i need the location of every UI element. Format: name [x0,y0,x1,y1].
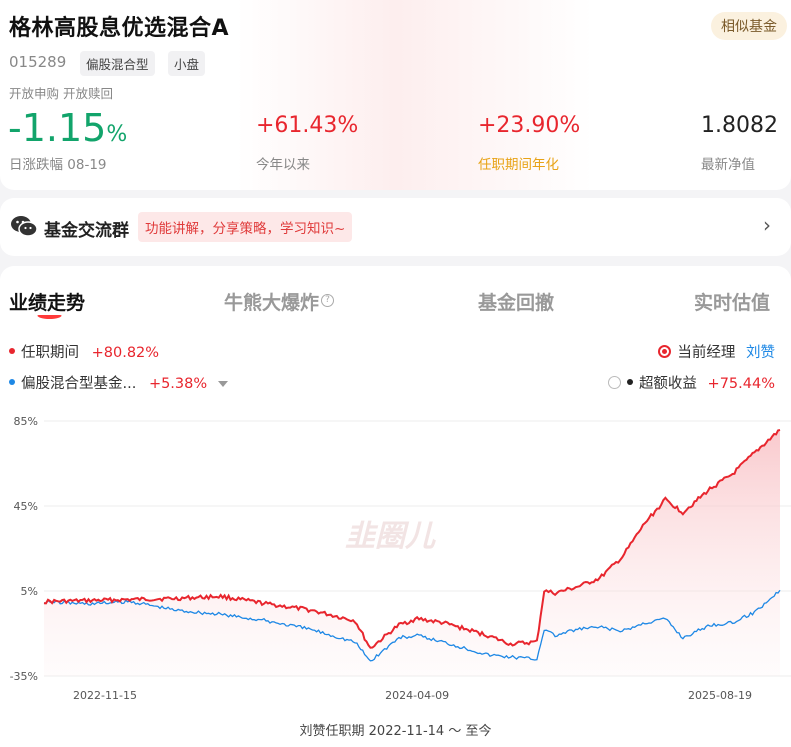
red-dot-icon [9,348,15,354]
ytd-label: 今年以来 [256,157,310,173]
legend-series-tenure[interactable]: 任职期间 +80.82% [9,341,159,362]
legend-series-benchmark-value: +5.38% [148,376,208,392]
fund-name: 格林高股息优选混合A [9,16,230,41]
fund-header-card: 格林高股息优选混合A 相似基金 015289 偏股混合型 小盘 开放申购 开放赎… [0,0,791,190]
daily-change-value: -1.15% [8,106,128,150]
dropdown-arrow-icon[interactable] [217,381,228,387]
fund-type-tag: 偏股混合型 [80,51,155,76]
fund-code: 015289 [9,53,67,71]
tenure-annual-value: +23.90% [478,113,581,138]
fund-size-tag: 小盘 [168,51,206,76]
tab-realtime-estimate[interactable]: 实时估值 [694,288,770,315]
excess-return-option[interactable]: 超额收益 +75.44% [607,372,775,393]
wechat-icon [11,216,38,237]
excess-return-value: +75.44% [707,376,775,392]
y-tick-label: -35% [10,670,38,683]
nav-value: 1.8082 [701,113,778,138]
x-tick-label: 2022-11-15 [73,689,137,702]
active-tab-indicator [37,315,62,319]
tab-drawdown[interactable]: 基金回撤 [478,288,554,315]
x-tick-label: 2025-08-19 [688,689,752,702]
manager-name-link[interactable]: 刘赞 [746,345,775,361]
similar-funds-button[interactable]: 相似基金 [711,12,787,40]
current-manager-option[interactable]: 当前经理 刘赞 [658,341,775,362]
nav-label: 最新净值 [701,157,755,173]
legend-series-tenure-value: +80.82% [91,345,160,361]
y-tick-label: 45% [14,500,38,513]
watermark: 韭圈儿 [345,519,436,554]
black-dot-icon [626,379,633,385]
y-tick-label: 5% [21,585,38,598]
y-tick-label: 85% [14,415,38,428]
radio-unchecked-icon[interactable] [607,375,621,389]
performance-chart[interactable]: 韭圈儿 85% 45% 5% -35% 2022-11-15 2024-04-09 202… [0,410,791,710]
tab-performance[interactable]: 业绩走势 [9,288,85,315]
daily-change-label: 日涨跌幅 08-19 [9,157,107,173]
legend-series-benchmark[interactable]: 偏股混合型基金... +5.38% [9,372,228,393]
x-tick-label: 2024-04-09 [385,689,449,702]
radio-checked-icon[interactable] [658,344,672,358]
blue-dot-icon [9,379,15,385]
tenure-annual-label[interactable]: 任职期间年化 [478,153,559,173]
chat-promo: 功能讲解，分享策略，学习知识~ [138,212,353,242]
manager-tenure-footer: 刘赞任职期 2022-11-14 ～ 至今 [299,724,492,739]
chat-title: 基金交流群 [44,221,129,241]
fund-chat-card[interactable]: 基金交流群 功能讲解，分享策略，学习知识~ › [0,198,791,256]
chevron-right-icon[interactable]: › [763,213,771,237]
ytd-value: +61.43% [256,113,359,138]
help-icon[interactable]: ? [321,293,335,307]
fund-status: 开放申购 开放赎回 [9,86,113,101]
tab-bull-bear[interactable]: 牛熊大爆炸? [224,288,335,315]
